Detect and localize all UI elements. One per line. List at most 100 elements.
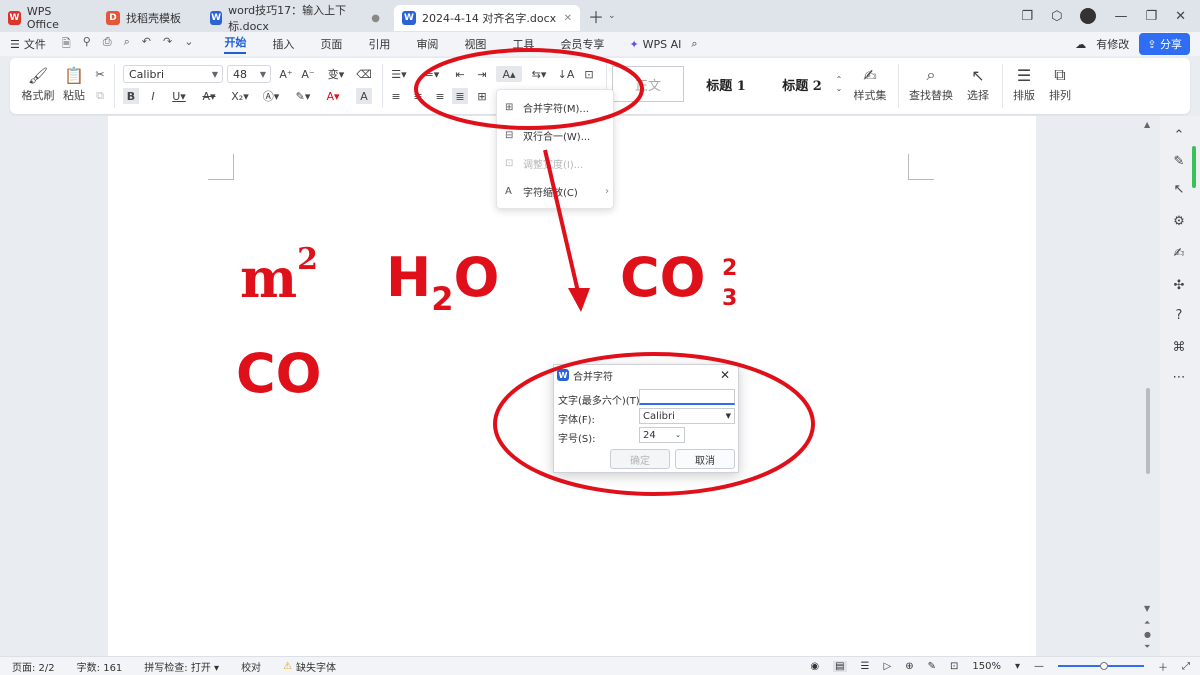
numbered-list-icon[interactable]: ≔▾ [420,66,442,82]
cursor-icon[interactable]: ↖ [1170,180,1188,198]
page-view-icon[interactable]: ▤ [833,660,847,672]
phonetic-guide-icon[interactable]: 变▾ [324,66,348,82]
avatar[interactable] [1080,8,1097,24]
ok-button[interactable]: 确定 [610,449,670,469]
paste-button[interactable]: 📋 粘贴 [56,64,92,104]
menu-page[interactable]: 页面 [320,36,342,52]
zoom-in-icon[interactable]: ＋ [1158,659,1168,674]
text-input[interactable] [639,389,735,405]
edit-note-icon[interactable]: ✍ [1170,244,1188,262]
spell-check[interactable]: 拼写检查: 打开 ▾ [144,659,219,674]
close-icon[interactable]: ✕ [564,13,572,24]
strikethrough-button[interactable]: A▾ [198,88,220,104]
find-replace-button[interactable]: ⌕ 查找替换 [904,64,958,104]
outline-view-icon[interactable]: ☰ [861,661,870,672]
menu-item-char-scale[interactable]: A 字符缩放(C) › [505,180,609,202]
share-button[interactable]: ⇪ 分享 [1139,33,1190,55]
clear-format-icon[interactable]: ⌫ [356,66,372,82]
next-page-icon[interactable]: ⏷ [1144,642,1150,652]
play-icon[interactable]: ▷ [884,661,892,672]
justify-icon[interactable]: ≣ [452,88,468,104]
menu-references[interactable]: 引用 [368,36,390,52]
size-select[interactable]: 24 ⌄ [639,427,685,443]
wps-ai-button[interactable]: ✦ WPS AI [629,38,681,51]
styles-scroll[interactable]: ⌃ ⌄ [834,66,844,102]
menu-member[interactable]: 会员专享 [560,36,604,52]
underline-button[interactable]: U▾ [168,88,190,104]
close-icon[interactable]: ✕ [720,368,730,382]
italic-button[interactable]: I [145,88,161,104]
layout-button[interactable]: ☰ 排版 [1006,64,1042,104]
chevron-down-icon[interactable]: ⌄ [608,11,616,21]
arrange-button[interactable]: ⧉ 排列 [1042,64,1078,104]
shrink-font-icon[interactable]: A⁻ [300,66,316,82]
menu-review[interactable]: 审阅 [416,36,438,52]
distributed-icon[interactable]: ⊞ [474,88,490,104]
style-normal[interactable]: 正文 [612,66,684,102]
prev-page-icon[interactable]: ⏶ [1144,618,1150,628]
menu-view[interactable]: 视图 [464,36,486,52]
show-marks-icon[interactable]: ⊡ [580,66,598,82]
pen-view-icon[interactable]: ✎ [928,661,936,672]
scroll-thumb[interactable] [1146,388,1150,474]
align-left-icon[interactable]: ≡ [388,88,404,104]
chevron-up-icon[interactable]: ⌃ [1170,126,1188,144]
settings-sliders-icon[interactable]: ⚙ [1170,212,1188,230]
page-dot-icon[interactable]: ● [1144,630,1151,639]
tab-align-names[interactable]: W 2024-4-14 对齐名字.docx ✕ [394,5,580,31]
proofread[interactable]: 校对 [241,659,261,674]
cut-icon[interactable]: ✂ [92,66,108,82]
bold-button[interactable]: B [123,88,139,104]
select-button[interactable]: ↖ 选择 [960,64,996,104]
zoom-level[interactable]: 150% [972,661,1001,672]
puzzle-icon[interactable]: ⌘ [1170,338,1188,356]
more-chevron-icon[interactable]: ⌄ [184,35,193,54]
help-icon[interactable]: ? [1170,306,1188,324]
file-menu[interactable]: ☰ 文件 [10,36,46,52]
add-tab-icon[interactable]: ＋ [588,4,604,28]
web-view-icon[interactable]: ⊕ [905,661,913,672]
sort-icon[interactable]: ↓A [558,66,575,82]
align-center-icon[interactable]: ≡ [410,88,426,104]
text-direction-icon[interactable]: ⇆▾ [528,66,550,82]
word-count[interactable]: 字数: 161 [77,659,123,674]
style-heading-1[interactable]: 标题 1 [690,66,762,102]
cube-icon[interactable]: ⬡ [1051,9,1062,24]
font-select[interactable]: Calibri ▼ [639,408,735,424]
menu-item-combine-chars[interactable]: ⊞ 合并字符(M)... [505,96,609,118]
scroll-up-icon[interactable]: ▲ [1144,120,1150,129]
tab-docer[interactable]: D 找稻壳模板 [98,5,194,31]
cancel-button[interactable]: 取消 [675,449,735,469]
subscript-button[interactable]: X₂▾ [228,88,252,104]
page-count[interactable]: 页面: 2/2 [12,659,55,674]
pin-icon[interactable]: ⚲ [83,35,91,54]
chinese-layout-button[interactable]: A▴ [496,66,522,82]
redo-icon[interactable]: ↷ [163,35,172,54]
print-icon[interactable]: ⎙ [103,35,112,54]
save-icon[interactable]: 🗎 [62,35,71,54]
format-painter-button[interactable]: 🖌 格式刷 [20,64,56,104]
multi-window-icon[interactable]: ❐ [1021,9,1033,24]
search-icon[interactable]: ⌕ [691,37,697,51]
copy-icon[interactable]: ⧉ [92,88,108,104]
style-set-button[interactable]: ✍ 样式集 [848,64,892,104]
menu-item-two-lines-in-one[interactable]: ⊟ 双行合一(W)... [505,124,609,146]
zoom-out-icon[interactable]: — [1034,661,1044,672]
vertical-scrollbar[interactable]: ▲ ▼ ⏶ ● ⏷ [1142,116,1154,656]
eye-icon[interactable]: ◉ [810,661,819,672]
font-name-select[interactable]: Calibri ▼ [123,65,223,83]
modified-status[interactable]: 有修改 [1096,36,1129,52]
grow-font-icon[interactable]: A⁺ [278,66,294,82]
bullet-list-icon[interactable]: ☰▾ [388,66,410,82]
preview-icon[interactable]: ⌕ [124,35,130,54]
close-window-icon[interactable]: ✕ [1175,9,1186,24]
more-icon[interactable]: ⋯ [1170,368,1188,386]
minimize-icon[interactable]: — [1114,9,1127,24]
menu-insert[interactable]: 插入 [272,36,294,52]
align-right-icon[interactable]: ≡ [432,88,448,104]
increase-indent-icon[interactable]: ⇥ [474,66,490,82]
chevron-down-icon[interactable]: ▾ [1015,661,1020,672]
text-effect-icon[interactable]: Ⓐ▾ [260,88,282,104]
tab-word-tips[interactable]: W word技巧17：输入上下标.docx ● [202,4,388,33]
scroll-down-icon[interactable]: ▼ [1144,604,1150,613]
